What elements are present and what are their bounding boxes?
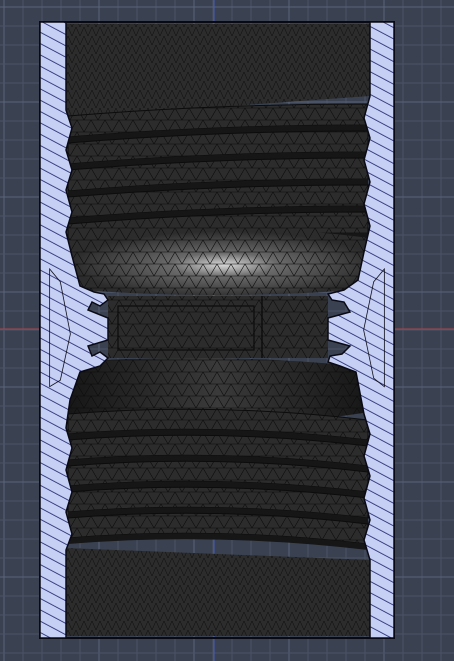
upper-dome-wireframe	[66, 228, 370, 295]
section-view-canvas[interactable]	[0, 0, 454, 661]
neck-wireframe	[108, 296, 328, 358]
lower-thread-group[interactable]	[67, 408, 369, 550]
cad-viewport[interactable]	[0, 0, 454, 661]
threaded-shaft-mesh[interactable]	[66, 24, 370, 636]
bottom-cap-wireframe	[66, 548, 370, 636]
